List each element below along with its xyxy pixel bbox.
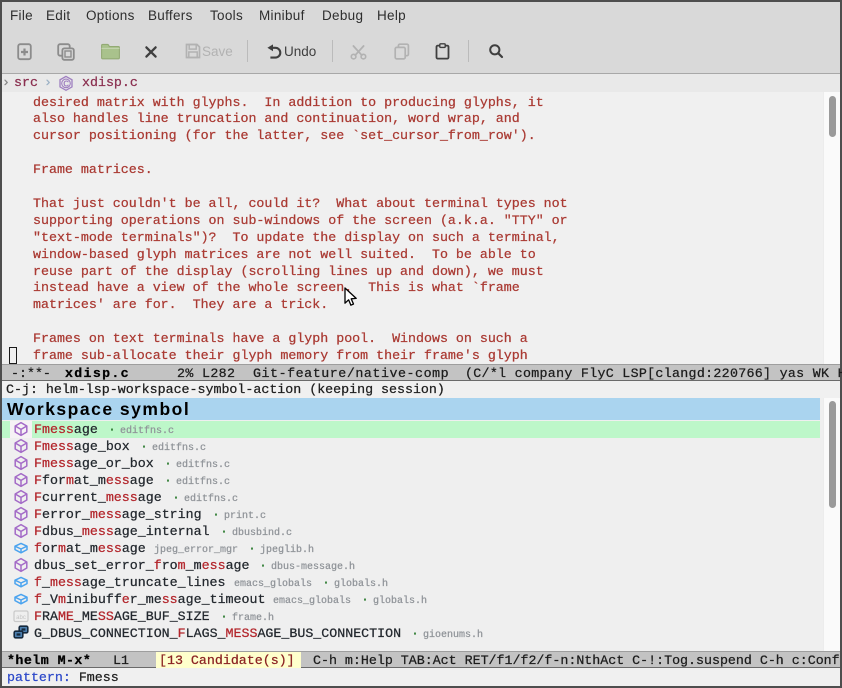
svg-text:abc: abc [16,615,26,621]
svg-text:C: C [63,79,69,88]
